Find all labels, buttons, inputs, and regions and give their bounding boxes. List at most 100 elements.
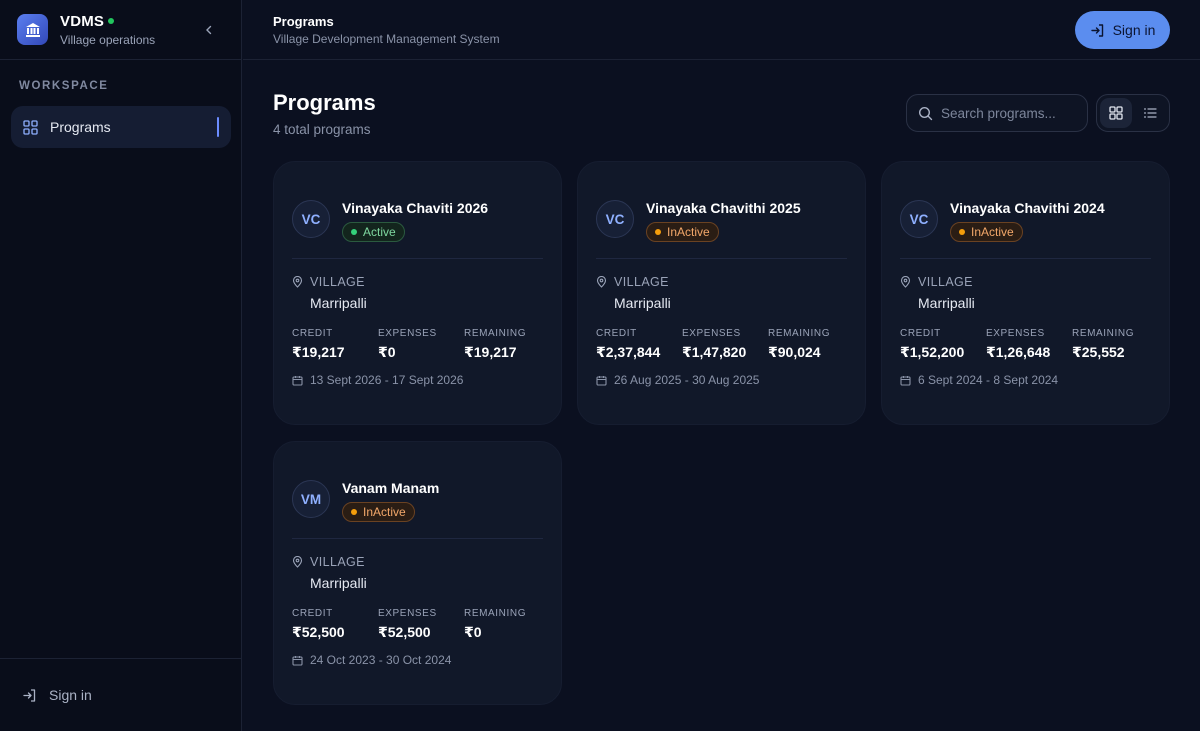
online-status-dot	[108, 18, 115, 24]
remaining-label: REMAINING	[1072, 328, 1135, 339]
program-avatar: VM	[292, 480, 330, 518]
program-name: Vinayaka Chavithi 2025	[646, 200, 801, 216]
sidebar-item-label: Programs	[50, 119, 111, 135]
top-header: Programs Village Development Management …	[243, 0, 1200, 60]
status-label: InActive	[971, 225, 1014, 239]
program-dates: 6 Sept 2024 - 8 Sept 2024	[900, 373, 1058, 387]
village-name: Marripalli	[918, 295, 975, 311]
list-icon	[1144, 108, 1157, 118]
brand: VDMS Village operations	[0, 0, 241, 60]
credit-value: ₹19,217	[292, 344, 345, 360]
village-name: Marripalli	[614, 295, 671, 311]
expenses-label: EXPENSES	[378, 608, 437, 619]
sign-in-icon	[1090, 23, 1103, 37]
remaining-stat: REMAINING ₹25,552	[1072, 328, 1134, 361]
brand-subtitle: Village operations	[60, 32, 156, 47]
remaining-stat: REMAINING ₹19,217	[464, 328, 526, 361]
village-label: VILLAGE	[596, 275, 669, 289]
remaining-stat: REMAINING ₹90,024	[768, 328, 830, 361]
credit-label: CREDIT	[900, 328, 941, 339]
map-pin-icon	[596, 276, 607, 288]
program-dates: 26 Aug 2025 - 30 Aug 2025	[596, 373, 759, 387]
active-indicator	[217, 117, 219, 137]
status-badge: InActive	[342, 502, 415, 522]
village-label-text: VILLAGE	[310, 555, 365, 569]
date-range: 13 Sept 2026 - 17 Sept 2026	[310, 373, 464, 387]
card-divider	[596, 258, 847, 259]
sidebar-item-programs[interactable]: Programs	[11, 106, 231, 148]
status-badge: InActive	[646, 222, 719, 242]
status-dot	[351, 229, 357, 235]
village-label: VILLAGE	[900, 275, 973, 289]
expenses-label: EXPENSES	[378, 328, 437, 339]
program-name: Vinayaka Chaviti 2026	[342, 200, 489, 216]
credit-value: ₹1,52,200	[900, 344, 965, 360]
status-dot	[351, 509, 357, 515]
header-subtitle: Village Development Management System	[273, 32, 500, 46]
credit-label: CREDIT	[596, 328, 637, 339]
grid-icon	[23, 119, 38, 135]
search-input[interactable]	[941, 105, 1081, 121]
credit-stat: CREDIT ₹2,37,844	[596, 328, 660, 361]
program-card[interactable]: VC Vinayaka Chavithi 2024 InActive VILLA…	[881, 161, 1170, 425]
remaining-label: REMAINING	[464, 328, 527, 339]
workspace-section-label: WORKSPACE	[19, 80, 109, 92]
credit-stat: CREDIT ₹19,217	[292, 328, 345, 361]
expenses-stat: EXPENSES ₹52,500	[378, 608, 437, 641]
expenses-label: EXPENSES	[682, 328, 741, 339]
calendar-icon	[900, 375, 911, 386]
date-range: 26 Aug 2025 - 30 Aug 2025	[614, 373, 760, 387]
remaining-value: ₹90,024	[768, 344, 821, 360]
program-initials: VM	[300, 491, 322, 507]
village-name: Marripalli	[310, 575, 367, 591]
program-avatar: VC	[900, 200, 938, 238]
expenses-label: EXPENSES	[986, 328, 1045, 339]
program-name: Vanam Manam	[342, 480, 440, 496]
calendar-icon	[596, 375, 607, 386]
expenses-value: ₹1,47,820	[682, 344, 747, 360]
search-box	[906, 94, 1088, 132]
expenses-stat: EXPENSES ₹0	[378, 328, 437, 361]
view-toggle	[1096, 94, 1170, 132]
village-label: VILLAGE	[292, 555, 365, 569]
remaining-stat: REMAINING ₹0	[464, 608, 526, 641]
status-badge: InActive	[950, 222, 1023, 242]
program-initials: VC	[909, 211, 929, 227]
remaining-label: REMAINING	[464, 608, 527, 619]
calendar-icon	[292, 375, 303, 386]
grid-view-button[interactable]	[1100, 98, 1132, 128]
sign-in-button[interactable]: Sign in	[1075, 11, 1170, 49]
program-card[interactable]: VC Vinayaka Chavithi 2025 InActive VILLA…	[577, 161, 866, 425]
status-dot	[655, 229, 661, 235]
search-icon	[918, 106, 933, 120]
expenses-stat: EXPENSES ₹1,47,820	[682, 328, 746, 361]
village-label-text: VILLAGE	[310, 275, 365, 289]
header-title: Programs	[273, 14, 334, 29]
sign-in-icon	[23, 688, 36, 702]
remaining-label: REMAINING	[768, 328, 831, 339]
map-pin-icon	[292, 276, 303, 288]
status-label: InActive	[363, 505, 406, 519]
program-card[interactable]: VM Vanam Manam InActive VILLAGE Marripal…	[273, 441, 562, 705]
village-label-text: VILLAGE	[918, 275, 973, 289]
list-view-button[interactable]	[1134, 98, 1166, 128]
remaining-value: ₹25,552	[1072, 344, 1125, 360]
map-pin-icon	[900, 276, 911, 288]
collapse-sidebar-button[interactable]	[201, 22, 217, 38]
status-label: Active	[363, 225, 396, 239]
date-range: 24 Oct 2023 - 30 Oct 2024	[310, 653, 452, 667]
expenses-value: ₹0	[378, 344, 396, 360]
credit-label: CREDIT	[292, 328, 333, 339]
sidebar-sign-in-label: Sign in	[49, 687, 92, 703]
village-name: Marripalli	[310, 295, 367, 311]
village-label: VILLAGE	[292, 275, 365, 289]
credit-value: ₹2,37,844	[596, 344, 661, 360]
page-title: Programs	[273, 90, 376, 115]
program-dates: 13 Sept 2026 - 17 Sept 2026	[292, 373, 463, 387]
village-label-text: VILLAGE	[614, 275, 669, 289]
chevron-left-icon	[206, 25, 212, 35]
sidebar-sign-in-button[interactable]: Sign in	[0, 658, 241, 731]
brand-name: VDMS	[60, 12, 105, 30]
card-divider	[292, 538, 543, 539]
program-card[interactable]: VC Vinayaka Chaviti 2026 Active VILLAGE …	[273, 161, 562, 425]
